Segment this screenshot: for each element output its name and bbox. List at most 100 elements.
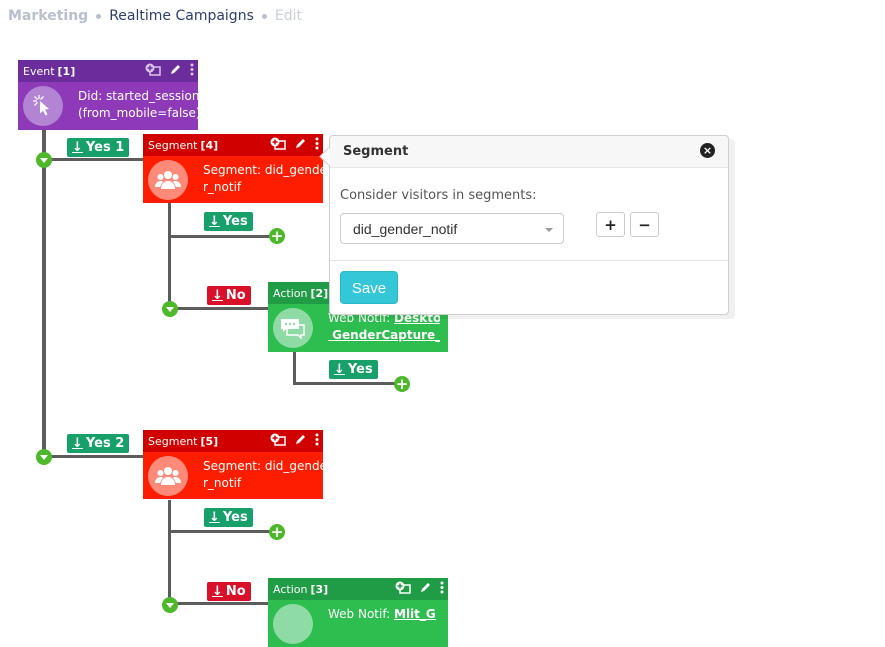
branch-no-badge: ↓ No [207, 582, 251, 601]
node-line-2: r_notif [203, 180, 242, 194]
node-line-2: r_notif [203, 476, 242, 490]
arrow-down-icon: ↓ [212, 288, 223, 303]
branch-label: Yes 1 [85, 140, 125, 155]
connector-line [171, 602, 269, 605]
node-line-1: Web Notif: Mlit_G [328, 606, 440, 623]
arrow-down-icon: ↓ [212, 584, 223, 599]
branch-no-badge: ↓ No [207, 286, 251, 305]
node-line-1: Segment: did_gende [203, 163, 328, 177]
more-vertical-icon[interactable] [440, 581, 444, 597]
node-description: Did: started_session (from_mobile=false) [78, 88, 201, 122]
add-node-icon[interactable] [270, 433, 286, 449]
add-step-button[interactable]: + [394, 376, 410, 392]
node-header: Event [1] [18, 60, 198, 82]
node-header: Segment [5] [143, 430, 323, 452]
users-icon [148, 160, 188, 200]
chevron-down-icon [545, 228, 553, 232]
edit-pencil-icon[interactable] [294, 433, 307, 449]
arrow-down-icon: ↓ [72, 436, 83, 451]
node-type: Segment [148, 434, 198, 448]
add-step-button[interactable]: + [269, 524, 285, 540]
node-header: Segment [4] [143, 134, 323, 156]
connector-line [42, 129, 46, 459]
node-id: [1] [57, 64, 76, 78]
connector-line [293, 382, 397, 385]
more-vertical-icon[interactable] [315, 137, 319, 153]
campaign-link[interactable]: GenderCapture_Vi [328, 328, 440, 342]
pointer-click-icon [23, 86, 63, 126]
remove-segment-button[interactable]: − [630, 212, 659, 237]
node-id: [5] [200, 434, 219, 448]
branch-yes-badge: ↓ Yes [204, 508, 253, 527]
branch-label: Yes [222, 214, 248, 229]
connector-line [293, 351, 296, 385]
node-line-1: Segment: did_gende [203, 459, 328, 473]
breadcrumb-separator [96, 13, 102, 19]
arrow-down-icon: ↓ [209, 510, 220, 525]
node-line-2: GenderCapture_Vi [328, 327, 440, 344]
breadcrumb: Marketing Realtime Campaigns Edit [8, 8, 302, 24]
edit-pencil-icon[interactable] [419, 581, 432, 597]
branch-label: Yes [222, 510, 248, 525]
add-node-icon[interactable] [270, 137, 286, 153]
connector-line [46, 158, 144, 161]
edit-pencil-icon[interactable] [169, 63, 182, 79]
node-line-1: Did: started_session [78, 89, 200, 103]
segments-label: Consider visitors in segments: [340, 188, 537, 203]
node-type: Action [273, 582, 308, 596]
action-node-3[interactable]: Action [3] Web Notif: Mlit_G [268, 578, 448, 647]
branch-yes-badge: ↓ Yes [204, 212, 253, 231]
chat-icon [273, 604, 313, 644]
divider [330, 260, 728, 261]
node-description: Web Notif: Mlit_G [328, 606, 440, 623]
branch-label: Yes [347, 362, 373, 377]
node-description: Segment: did_gende r_notif [203, 162, 327, 196]
node-type: Action [273, 286, 308, 300]
collapse-toggle-icon[interactable] [36, 449, 52, 465]
edit-pencil-icon[interactable] [294, 137, 307, 153]
collapse-toggle-icon[interactable] [36, 152, 52, 168]
breadcrumb-separator [261, 13, 267, 19]
segment-node-5[interactable]: Segment [5] Segment: did_gende r_notif [143, 430, 327, 499]
campaign-link[interactable]: Mlit_G [394, 607, 436, 621]
branch-yes-badge: ↓ Yes [329, 360, 378, 379]
users-icon [148, 456, 188, 496]
segment-node-4[interactable]: Segment [4] Segment: did_gende r_notif [143, 134, 327, 203]
arrow-down-icon: ↓ [72, 140, 83, 155]
more-vertical-icon[interactable] [315, 433, 319, 449]
add-node-icon[interactable] [395, 581, 411, 597]
branch-yes-2-badge: ↓ Yes 2 [67, 434, 130, 453]
connector-line [168, 203, 171, 310]
more-vertical-icon[interactable] [190, 63, 194, 79]
close-icon[interactable]: × [700, 143, 715, 158]
add-node-icon[interactable] [145, 63, 161, 79]
node-type: Event [23, 64, 55, 78]
node-id: [4] [200, 138, 219, 152]
popover-header: Segment × [330, 136, 728, 168]
segment-select[interactable]: did_gender_notif [340, 213, 564, 244]
add-segment-button[interactable]: + [596, 212, 625, 237]
branch-label: Yes 2 [85, 436, 125, 451]
collapse-toggle-icon[interactable] [162, 301, 178, 317]
connector-line [46, 455, 144, 458]
node-body: Segment: did_gende r_notif [143, 452, 327, 499]
node-id: [3] [310, 582, 329, 596]
arrow-down-icon: ↓ [209, 214, 220, 229]
arrow-down-icon: ↓ [334, 362, 345, 377]
branch-yes-1-badge: ↓ Yes 1 [67, 138, 130, 157]
add-step-button[interactable]: + [269, 228, 285, 244]
node-prefix: Web Notif: [328, 607, 394, 621]
breadcrumb-marketing[interactable]: Marketing [8, 8, 88, 24]
connector-line [168, 500, 171, 611]
chat-icon [273, 308, 313, 348]
event-node-1[interactable]: Event [1] Did: started_session (from_mob… [18, 60, 201, 130]
breadcrumb-realtime-campaigns[interactable]: Realtime Campaigns [109, 8, 254, 24]
segment-popover: Segment × Consider visitors in segments:… [329, 135, 729, 315]
branch-label: No [225, 584, 246, 599]
node-description: Segment: did_gende r_notif [203, 458, 327, 492]
connector-line [171, 235, 271, 238]
save-button[interactable]: Save [340, 271, 398, 304]
connector-line [171, 530, 271, 533]
node-header: Action [3] [268, 578, 448, 600]
segment-select-value: did_gender_notif [353, 221, 458, 237]
